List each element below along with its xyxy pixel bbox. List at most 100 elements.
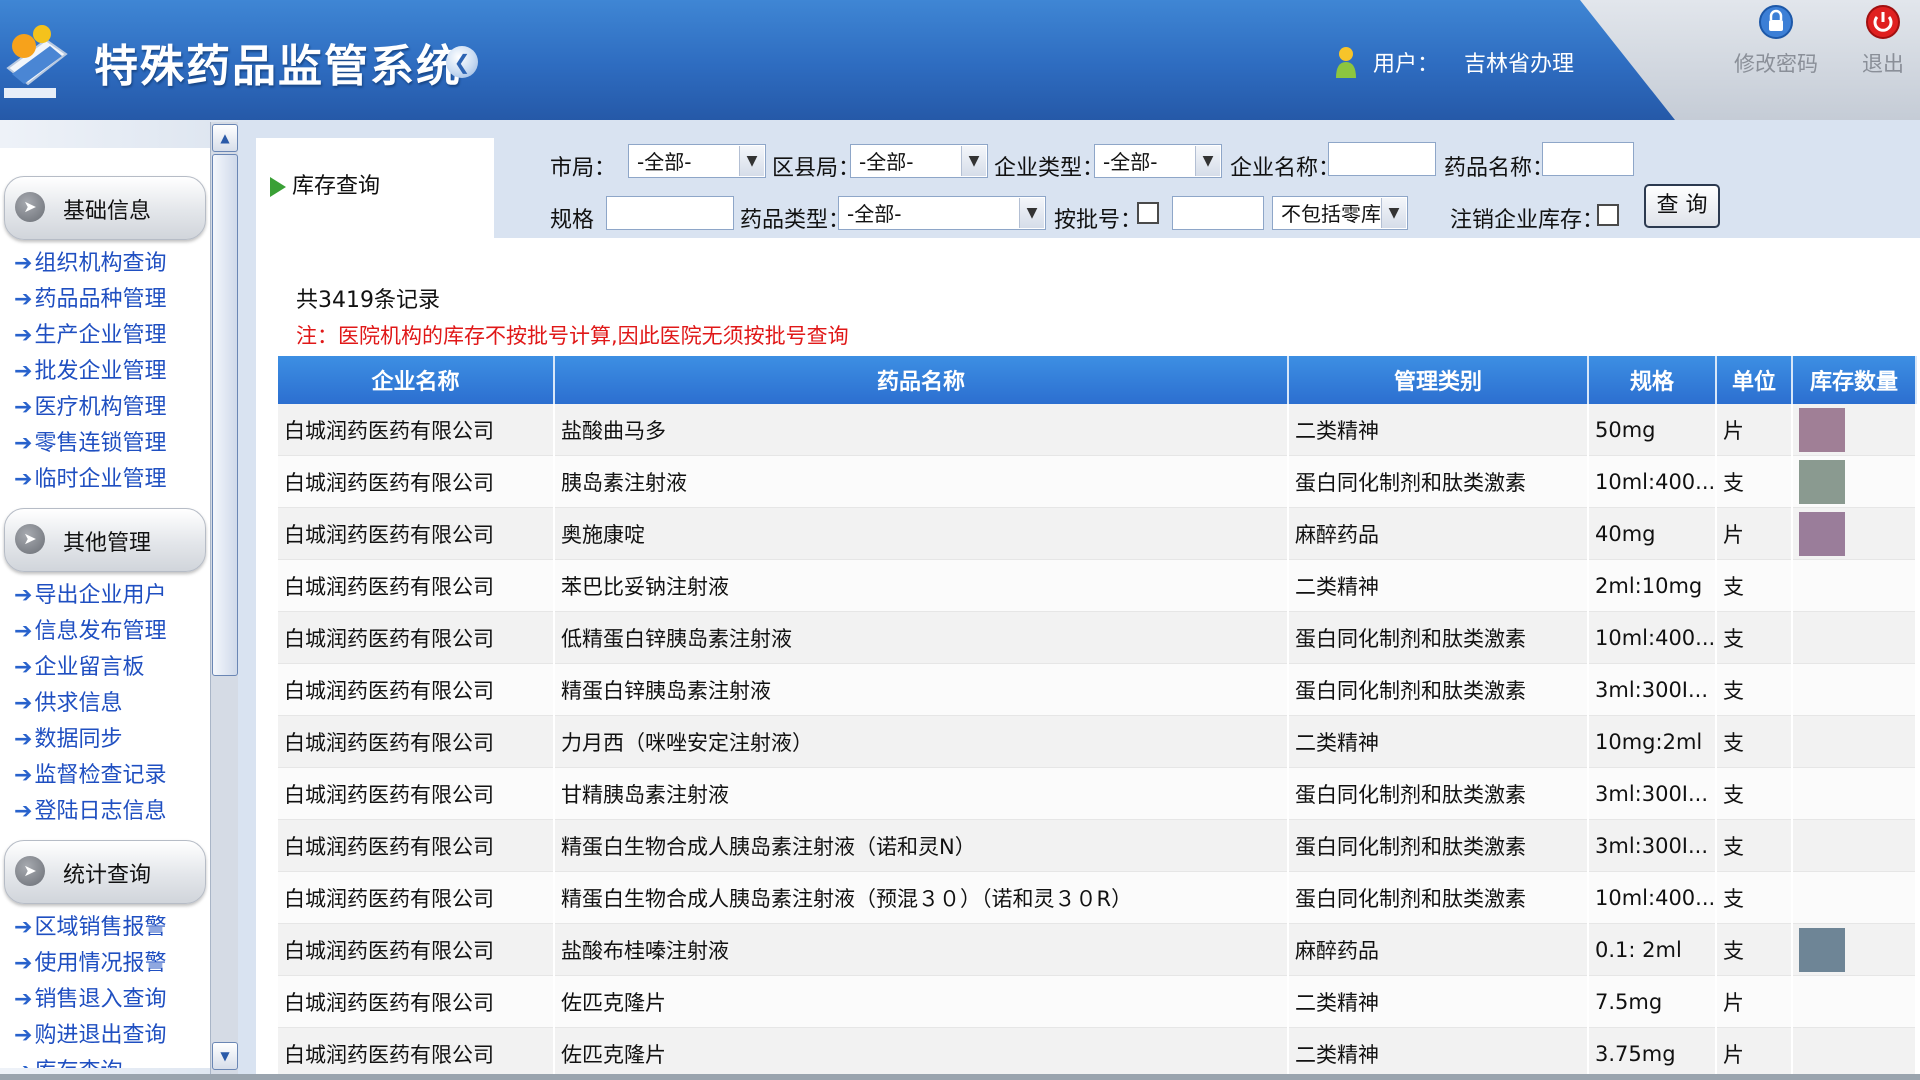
table-row[interactable]: 白城润药医药有限公司 苯巴比妥钠注射液 二类精神 2ml:10mg 支 [278, 559, 1917, 612]
arrow-right-icon: ➔ [14, 395, 33, 420]
tab-inventory-query[interactable]: 库存查询 [270, 168, 380, 200]
cell-enterprise: 白城润药医药有限公司 [278, 975, 555, 1028]
enterprise-type-select[interactable]: -全部- ▼ [1094, 144, 1222, 178]
table-row[interactable]: 白城润药医药有限公司 甘精胰岛素注射液 蛋白同化制剂和肽类激素 3ml:300I...… [278, 767, 1917, 820]
sidebar-item-regional-sales-alert[interactable]: ➔区域销售报警 [14, 912, 166, 944]
sidebar-item-info-publish[interactable]: ➔信息发布管理 [14, 616, 166, 648]
sidebar-section-other[interactable]: ➤ 其他管理 [4, 508, 206, 572]
chevron-down-icon: ▼ [961, 146, 986, 176]
inventory-table: 企业名称 药品名称 管理类别 规格 单位 库存数量 白城润药医药有限公司 盐酸曲马… [278, 356, 1917, 1080]
scroll-down-button[interactable]: ▼ [212, 1042, 238, 1070]
cell-unit: 支 [1716, 455, 1793, 508]
sidebar-item-login-logs[interactable]: ➔登陆日志信息 [14, 796, 166, 828]
cell-drug-name: 奥施康啶 [554, 507, 1289, 560]
table-row[interactable]: 白城润药医药有限公司 低精蛋白锌胰岛素注射液 蛋白同化制剂和肽类激素 10ml:400… [278, 611, 1917, 664]
change-password-button[interactable]: 修改密码 [1726, 4, 1826, 78]
sidebar-item-message-board[interactable]: ➔企业留言板 [14, 652, 144, 684]
sidebar-item-org-query[interactable]: ➔组织机构查询 [14, 248, 166, 280]
sidebar-section-basic-info[interactable]: ➤ 基础信息 [4, 176, 206, 240]
arrow-right-icon: ➔ [14, 619, 33, 644]
cell-unit: 支 [1716, 559, 1793, 612]
power-icon [1866, 5, 1900, 39]
collapse-header-button[interactable]: ❮ [446, 46, 478, 78]
system-title: 特殊药品监管系统 [94, 41, 462, 92]
sidebar-item-drug-variety[interactable]: ➔药品品种管理 [14, 284, 166, 316]
drug-type-select[interactable]: -全部- ▼ [838, 196, 1046, 230]
sidebar-item-manufacturer[interactable]: ➔生产企业管理 [14, 320, 166, 352]
cell-spec: 2ml:10mg [1588, 559, 1717, 612]
cell-unit: 支 [1716, 871, 1793, 924]
cell-category: 蛋白同化制剂和肽类激素 [1288, 819, 1589, 872]
sidebar-item-inventory-query[interactable]: ➔库存查询 [14, 1056, 122, 1068]
cell-quantity [1792, 715, 1917, 768]
arrow-right-icon: ➔ [14, 1059, 32, 1068]
zero-stock-select[interactable]: 不包括零库存 ▼ [1272, 196, 1408, 230]
cell-quantity [1792, 611, 1917, 664]
batch-checkbox[interactable] [1137, 202, 1159, 224]
cell-category: 二类精神 [1288, 1027, 1589, 1080]
column-header-drug-name[interactable]: 药品名称 [554, 356, 1289, 404]
table-row[interactable]: 白城润药医药有限公司 佐匹克隆片 二类精神 7.5mg 片 [278, 975, 1917, 1028]
logout-button[interactable]: 退出 [1838, 4, 1920, 78]
table-header-row: 企业名称 药品名称 管理类别 规格 单位 库存数量 [278, 356, 1917, 404]
cell-drug-name: 精蛋白锌胰岛素注射液 [554, 663, 1289, 716]
sidebar-item-temp-enterprise[interactable]: ➔临时企业管理 [14, 464, 166, 496]
sidebar-scrollbar[interactable]: ▲ ▼ [210, 122, 239, 1074]
query-button[interactable]: 查 询 [1644, 184, 1720, 228]
sidebar-item-data-sync[interactable]: ➔数据同步 [14, 724, 122, 756]
table-row[interactable]: 白城润药医药有限公司 精蛋白生物合成人胰岛素注射液（诺和灵N） 蛋白同化制剂和肽类激… [278, 819, 1917, 872]
cancelled-enterprise-checkbox[interactable] [1597, 204, 1619, 226]
sidebar-item-retail-chain[interactable]: ➔零售连锁管理 [14, 428, 166, 460]
scroll-up-button[interactable]: ▲ [212, 124, 238, 152]
arrow-right-icon: ➔ [14, 763, 33, 788]
sidebar-item-usage-alert[interactable]: ➔使用情况报警 [14, 948, 166, 980]
batch-input[interactable] [1172, 196, 1264, 230]
city-select[interactable]: -全部- ▼ [628, 144, 766, 178]
drug-name-input[interactable] [1542, 142, 1634, 176]
table-row[interactable]: 白城润药医药有限公司 胰岛素注射液 蛋白同化制剂和肽类激素 10ml:400... 支 [278, 455, 1917, 508]
cell-enterprise: 白城润药医药有限公司 [278, 611, 555, 664]
sidebar-item-purchase-return-query[interactable]: ➔购进退出查询 [14, 1020, 166, 1052]
cell-spec: 7.5mg [1588, 975, 1717, 1028]
cell-spec: 3ml:300I... [1588, 767, 1717, 820]
sidebar-item-wholesaler[interactable]: ➔批发企业管理 [14, 356, 166, 388]
sidebar-item-medical-institution[interactable]: ➔医疗机构管理 [14, 392, 166, 424]
cell-quantity [1792, 923, 1917, 976]
cell-quantity [1792, 975, 1917, 1028]
enterprise-name-input[interactable] [1328, 142, 1436, 176]
cell-enterprise: 白城润药医药有限公司 [278, 871, 555, 924]
sidebar-item-export-users[interactable]: ➔导出企业用户 [14, 580, 166, 612]
table-row[interactable]: 白城润药医药有限公司 精蛋白锌胰岛素注射液 蛋白同化制剂和肽类激素 3ml:300I.… [278, 663, 1917, 716]
spec-input[interactable] [606, 196, 734, 230]
sidebar-section-statistics[interactable]: ➤ 统计查询 [4, 840, 206, 904]
sidebar-item-sales-return-query[interactable]: ➔销售退入查询 [14, 984, 166, 1016]
sidebar-item-inspection-records[interactable]: ➔监督检查记录 [14, 760, 166, 792]
arrow-right-icon: ➔ [14, 583, 33, 608]
cell-unit: 片 [1716, 507, 1793, 560]
cell-category: 蛋白同化制剂和肽类激素 [1288, 871, 1589, 924]
arrow-right-icon: ➔ [14, 727, 33, 752]
table-row[interactable]: 白城润药医药有限公司 佐匹克隆片 二类精神 3.75mg 片 [278, 1027, 1917, 1080]
table-row[interactable]: 白城润药医药有限公司 力月西（咪唑安定注射液） 二类精神 10mg:2ml 支 [278, 715, 1917, 768]
table-row[interactable]: 白城润药医药有限公司 盐酸布桂嗪注射液 麻醉药品 0.1: 2ml 支 [278, 923, 1917, 976]
cell-quantity [1792, 871, 1917, 924]
scroll-thumb[interactable] [212, 154, 238, 676]
column-header-quantity[interactable]: 库存数量 [1792, 356, 1917, 404]
district-select[interactable]: -全部- ▼ [850, 144, 988, 178]
column-header-spec[interactable]: 规格 [1588, 356, 1717, 404]
column-header-unit[interactable]: 单位 [1716, 356, 1793, 404]
cell-drug-name: 苯巴比妥钠注射液 [554, 559, 1289, 612]
cell-enterprise: 白城润药医药有限公司 [278, 559, 555, 612]
table-row[interactable]: 白城润药医药有限公司 盐酸曲马多 二类精神 50mg 片 [278, 404, 1917, 456]
sidebar: ➤ 基础信息 ➔组织机构查询 ➔药品品种管理 ➔生产企业管理 ➔批发企业管理 ➔… [0, 120, 238, 1080]
table-row[interactable]: 白城润药医药有限公司 奥施康啶 麻醉药品 40mg 片 [278, 507, 1917, 560]
column-header-enterprise[interactable]: 企业名称 [278, 356, 555, 404]
cell-spec: 50mg [1588, 404, 1717, 456]
cell-quantity [1792, 1027, 1917, 1080]
sidebar-item-supply-demand[interactable]: ➔供求信息 [14, 688, 122, 720]
cell-spec: 0.1: 2ml [1588, 923, 1717, 976]
cell-quantity [1792, 559, 1917, 612]
table-row[interactable]: 白城润药医药有限公司 精蛋白生物合成人胰岛素注射液（预混３０）（诺和灵３０R） 蛋白… [278, 871, 1917, 924]
cell-enterprise: 白城润药医药有限公司 [278, 715, 555, 768]
column-header-category[interactable]: 管理类别 [1288, 356, 1589, 404]
